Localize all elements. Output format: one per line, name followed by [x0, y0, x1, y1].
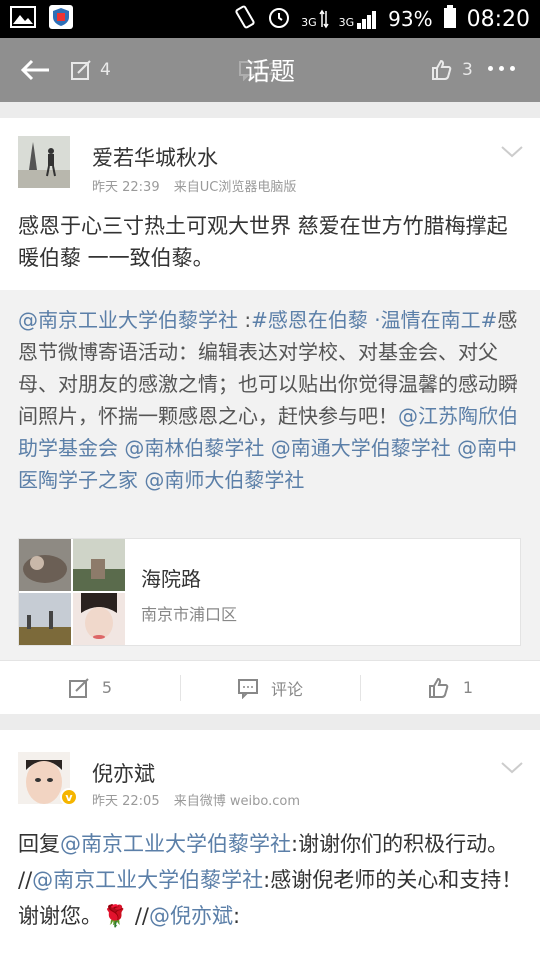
mention-link[interactable]: #感恩在伯藜 ·温情在南工#	[251, 308, 497, 332]
nav-repost-count: 4	[100, 60, 111, 80]
comment-icon	[237, 678, 258, 699]
signal-bars-icon: 3G	[339, 9, 379, 29]
username[interactable]: 倪亦斌	[92, 758, 155, 788]
signal-3g-icon: 3G	[301, 9, 329, 29]
vibrate-icon	[233, 4, 257, 35]
location-thumbnail	[19, 539, 71, 591]
verified-badge: v	[60, 788, 78, 806]
thumbs-up-icon	[428, 677, 449, 698]
mention-link[interactable]: @南师大伯藜学社	[144, 468, 304, 492]
top-nav-bar: 4 2 话题 3	[0, 38, 540, 102]
mention-link[interactable]: @倪亦斌	[149, 904, 233, 928]
nav-like-button[interactable]: 3	[430, 58, 473, 82]
thumbs-up-icon	[432, 59, 452, 80]
mention-link[interactable]: @南京工业大学伯藜学社	[32, 868, 263, 892]
nav-comment-button[interactable]: 2	[238, 59, 279, 81]
nav-like-count: 3	[462, 60, 473, 80]
mention-link[interactable]: @南京工业大学伯藜学社	[18, 308, 238, 332]
status-bar: 3G 3G 93% 08:20	[0, 0, 540, 38]
post-source: 来自微博 weibo.com	[173, 794, 300, 809]
chevron-down-icon	[501, 762, 523, 774]
location-name: 海院路	[141, 567, 201, 591]
app-shield-icon	[48, 4, 74, 34]
mention-link[interactable]: @南京工业大学伯藜学社	[60, 832, 291, 856]
username[interactable]: 爱若华城秋水	[92, 142, 218, 172]
post-action-bar: 5 评论 1	[0, 660, 540, 714]
mention-link[interactable]: @南林伯藜学社	[124, 436, 264, 460]
post-source: 来自UC浏览器电脑版	[173, 180, 297, 195]
like-button[interactable]: 1	[360, 661, 540, 714]
gallery-icon	[10, 6, 36, 32]
location-thumbnail	[19, 593, 71, 645]
reply-card[interactable]: v 倪亦斌 昨天 22:05 来自微博 weibo.com 回复@南京工业大学伯…	[0, 730, 540, 960]
avatar[interactable]	[18, 136, 70, 188]
text-segment: :	[238, 308, 252, 332]
text-segment: 回复	[18, 832, 60, 856]
location-card[interactable]: 海院路 南京市浦口区	[18, 538, 521, 646]
post-meta: 昨天 22:39 来自UC浏览器电脑版	[92, 176, 306, 195]
text-segment: :	[232, 904, 241, 928]
repost-count: 5	[101, 678, 113, 697]
repost-icon	[71, 60, 91, 80]
location-address: 南京市浦口区	[141, 605, 238, 624]
more-dots-icon	[488, 66, 515, 71]
repost-button[interactable]: 5	[0, 661, 180, 714]
back-button[interactable]	[0, 58, 70, 82]
comment-label: 评论	[270, 679, 303, 699]
like-count: 1	[462, 678, 474, 697]
comment-button[interactable]: 评论	[180, 661, 360, 714]
location-thumbnail	[73, 593, 125, 645]
reply-text: 回复@南京工业大学伯藜学社:谢谢你们的积极行动。 //@南京工业大学伯藜学社:感…	[18, 826, 528, 934]
more-options-button[interactable]	[488, 66, 515, 71]
repost-text: @南京工业大学伯藜学社 :#感恩在伯藜 ·温情在南工#感恩节微博寄语活动：编辑表…	[18, 304, 528, 496]
location-thumbnail	[73, 539, 125, 591]
battery-percent: 93%	[388, 7, 433, 31]
chevron-down-icon	[501, 146, 523, 158]
post-text: 感恩于心三寸热土可观大世界 慈爱在世方竹腊梅撑起暖伯藜 一一致伯藜。	[18, 214, 508, 270]
text-segment: //	[128, 904, 149, 928]
text-segment: 🌹	[102, 904, 129, 928]
post-time: 昨天 22:05	[92, 794, 160, 809]
post-card[interactable]: 爱若华城秋水 昨天 22:39 来自UC浏览器电脑版 感恩于心三寸热土可观大世界…	[0, 118, 540, 714]
nav-repost-button[interactable]: 4	[70, 59, 111, 81]
back-arrow-icon	[20, 59, 49, 81]
nav-comment-count: 2	[268, 60, 279, 80]
post-meta: 昨天 22:05 来自微博 weibo.com	[92, 790, 310, 809]
post-menu-button[interactable]	[500, 144, 524, 163]
alarm-icon	[267, 5, 291, 34]
reposted-content[interactable]: @南京工业大学伯藜学社 :#感恩在伯藜 ·温情在南工#感恩节微博寄语活动：编辑表…	[0, 290, 540, 660]
comment-icon	[239, 61, 259, 81]
repost-icon	[68, 677, 89, 698]
mention-link[interactable]: @南通大学伯藜学社	[271, 436, 451, 460]
clock: 08:20	[466, 6, 530, 32]
battery-icon	[443, 4, 457, 34]
post-time: 昨天 22:39	[92, 180, 160, 195]
post-menu-button[interactable]	[500, 760, 524, 779]
